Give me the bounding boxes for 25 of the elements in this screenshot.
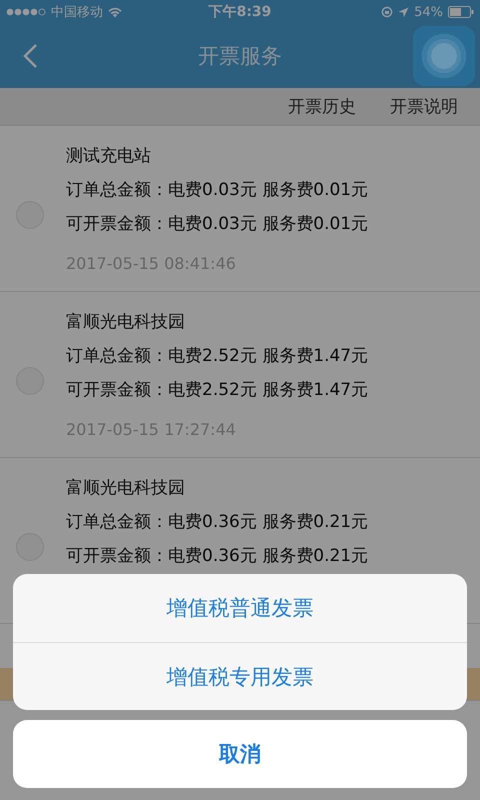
battery-percent: 54% bbox=[414, 4, 443, 20]
toolbar-link[interactable]: 开票说明 bbox=[390, 95, 458, 118]
order-total: 订单总金额：电费0.03元 服务费0.01元 bbox=[66, 179, 368, 202]
station-name: 富顺光电科技园 bbox=[66, 311, 186, 334]
battery-icon bbox=[448, 6, 474, 18]
invoiceable-amount: 可开票金额：电费2.52元 服务费1.47元 bbox=[66, 379, 368, 402]
invoice-type-option[interactable]: 增值税专用发票 bbox=[13, 642, 467, 710]
order-total: 订单总金额：电费0.36元 服务费0.21元 bbox=[66, 511, 368, 534]
invoiceable-amount: 可开票金额：电费0.36元 服务费0.21元 bbox=[66, 545, 368, 568]
carrier-name: 中国移动 bbox=[51, 4, 103, 21]
invoice-type-option[interactable]: 增值税普通发票 bbox=[13, 574, 467, 642]
signal-icon bbox=[6, 8, 46, 16]
back-icon[interactable] bbox=[22, 43, 38, 69]
cancel-button[interactable]: 取消 bbox=[13, 720, 467, 788]
station-name: 测试充电站 bbox=[66, 145, 152, 168]
wifi-icon bbox=[108, 6, 122, 18]
toolbar-link[interactable]: 开票历史 bbox=[288, 95, 356, 118]
rotation-lock-icon bbox=[381, 6, 394, 18]
invoiceable-amount: 可开票金额：电费0.03元 服务费0.01元 bbox=[66, 213, 368, 236]
clock-time: 下午8:39 bbox=[208, 3, 272, 21]
location-arrow-icon bbox=[398, 6, 410, 18]
assistive-touch-icon[interactable] bbox=[413, 26, 475, 86]
station-name: 富顺光电科技园 bbox=[66, 477, 186, 500]
order-total: 订单总金额：电费2.52元 服务费1.47元 bbox=[66, 345, 368, 368]
page-title: 开票服务 bbox=[197, 43, 283, 70]
